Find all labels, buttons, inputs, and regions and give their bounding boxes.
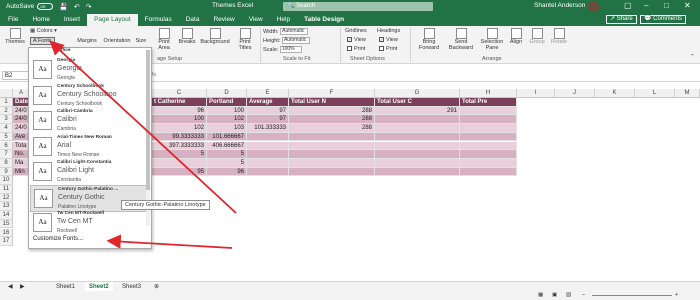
normal-view-icon[interactable]: ▦ bbox=[538, 292, 543, 298]
page-layout-view-icon[interactable]: ▣ bbox=[552, 292, 557, 298]
status-bar: ▦ ▣ ▧ – + bbox=[0, 291, 700, 300]
zoom-in-icon[interactable]: + bbox=[675, 292, 678, 298]
zoom-out-icon[interactable]: – bbox=[582, 292, 585, 298]
zoom-slider[interactable] bbox=[592, 295, 672, 296]
arrow-to-fonts-button bbox=[49, 40, 237, 214]
sheet-tab-bar: ◀ ▶ Sheet1 Sheet2 Sheet3 ⊕ bbox=[0, 281, 700, 292]
page-break-view-icon[interactable]: ▧ bbox=[566, 292, 571, 298]
arrow-to-customize-fonts bbox=[106, 234, 233, 249]
annotation-arrows bbox=[49, 40, 237, 249]
